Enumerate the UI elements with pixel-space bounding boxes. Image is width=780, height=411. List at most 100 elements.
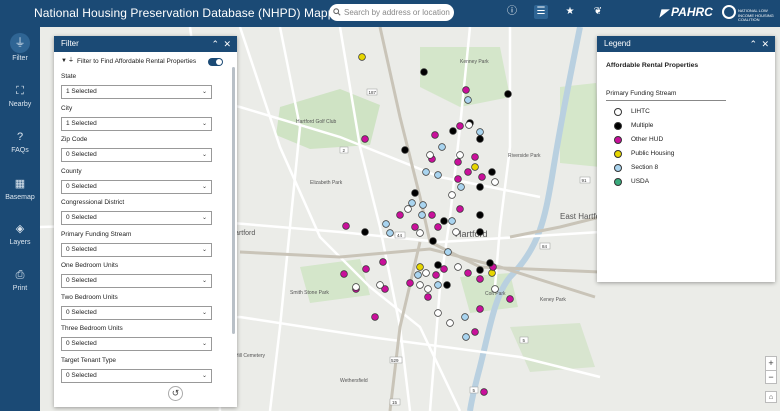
- county-select[interactable]: 0 Selected ⌄: [61, 179, 212, 194]
- property-marker[interactable]: [362, 265, 370, 273]
- property-marker[interactable]: [476, 228, 484, 236]
- property-marker[interactable]: [480, 388, 488, 396]
- two-bedroom-select[interactable]: 0 Selected ⌄: [61, 305, 212, 320]
- property-marker[interactable]: [434, 309, 442, 317]
- property-marker[interactable]: [419, 201, 427, 209]
- property-marker[interactable]: [361, 135, 369, 143]
- rail-layers-button[interactable]: ◈ Layers: [0, 217, 40, 259]
- collapse-icon[interactable]: ⌃: [749, 36, 757, 52]
- property-marker[interactable]: [456, 205, 464, 213]
- filter-scrollbar[interactable]: [232, 67, 235, 334]
- property-marker[interactable]: [471, 328, 479, 336]
- property-marker[interactable]: [416, 281, 424, 289]
- collapse-icon[interactable]: ⌃: [211, 36, 219, 52]
- property-marker[interactable]: [406, 279, 414, 287]
- district-select[interactable]: 0 Selected ⌄: [61, 211, 212, 225]
- property-marker[interactable]: [434, 223, 442, 231]
- property-marker[interactable]: [432, 271, 440, 279]
- property-marker[interactable]: [418, 211, 426, 219]
- rail-filter-button[interactable]: ⏚ Filter: [0, 31, 40, 73]
- zip-select[interactable]: 0 Selected ⌄: [61, 148, 212, 162]
- rail-print-button[interactable]: ⎙ Print: [0, 263, 40, 305]
- property-marker[interactable]: [476, 128, 484, 136]
- property-marker[interactable]: [464, 96, 472, 104]
- property-marker[interactable]: [426, 151, 434, 159]
- property-marker[interactable]: [465, 121, 473, 129]
- property-marker[interactable]: [431, 131, 439, 139]
- property-marker[interactable]: [449, 127, 457, 135]
- property-marker[interactable]: [456, 151, 464, 159]
- property-marker[interactable]: [382, 220, 390, 228]
- one-bedroom-select[interactable]: 0 Selected ⌄: [61, 274, 212, 288]
- property-marker[interactable]: [452, 228, 460, 236]
- star-icon[interactable]: ★: [563, 5, 577, 19]
- property-marker[interactable]: [438, 143, 446, 151]
- property-marker[interactable]: [420, 68, 428, 76]
- property-marker[interactable]: [429, 237, 437, 245]
- property-marker[interactable]: [462, 86, 470, 94]
- search-input[interactable]: Search by address or location: [329, 4, 454, 21]
- property-marker[interactable]: [471, 153, 479, 161]
- property-marker[interactable]: [457, 183, 465, 191]
- rail-faqs-button[interactable]: ? FAQs: [0, 125, 40, 167]
- property-marker[interactable]: [361, 228, 369, 236]
- property-marker[interactable]: [476, 305, 484, 313]
- property-marker[interactable]: [424, 293, 432, 301]
- caret-down-icon[interactable]: ▼: [61, 52, 67, 71]
- property-marker[interactable]: [401, 146, 409, 154]
- property-marker[interactable]: [422, 269, 430, 277]
- property-marker[interactable]: [434, 261, 442, 269]
- property-marker[interactable]: [476, 135, 484, 143]
- property-marker[interactable]: [448, 217, 456, 225]
- property-marker[interactable]: [491, 178, 499, 186]
- property-marker[interactable]: [411, 223, 419, 231]
- property-marker[interactable]: [488, 269, 496, 277]
- property-marker[interactable]: [376, 281, 384, 289]
- property-marker[interactable]: [371, 313, 379, 321]
- filter-toggle-switch[interactable]: [208, 58, 223, 66]
- property-marker[interactable]: [454, 158, 462, 166]
- property-marker[interactable]: [440, 265, 448, 273]
- property-marker[interactable]: [416, 263, 424, 271]
- reset-icon[interactable]: ↺: [168, 386, 183, 401]
- property-marker[interactable]: [443, 281, 451, 289]
- tenant-type-select[interactable]: 0 Selected ⌄: [61, 368, 212, 383]
- property-marker[interactable]: [456, 122, 464, 130]
- property-marker[interactable]: [448, 191, 456, 199]
- property-marker[interactable]: [476, 183, 484, 191]
- property-marker[interactable]: [342, 222, 350, 230]
- zoom-out-button[interactable]: −: [766, 370, 776, 383]
- property-marker[interactable]: [486, 259, 494, 267]
- property-marker[interactable]: [340, 270, 348, 278]
- property-marker[interactable]: [386, 229, 394, 237]
- property-marker[interactable]: [476, 266, 484, 274]
- property-marker[interactable]: [414, 271, 422, 279]
- zoom-in-button[interactable]: +: [766, 357, 776, 370]
- property-marker[interactable]: [506, 295, 514, 303]
- property-marker[interactable]: [478, 173, 486, 181]
- property-marker[interactable]: [396, 211, 404, 219]
- property-marker[interactable]: [416, 229, 424, 237]
- property-marker[interactable]: [352, 283, 360, 291]
- rail-nearby-button[interactable]: ⛶ Nearby: [0, 79, 40, 121]
- property-marker[interactable]: [488, 168, 496, 176]
- property-marker[interactable]: [379, 258, 387, 266]
- funding-select[interactable]: 0 Selected ⌄: [61, 242, 212, 257]
- property-marker[interactable]: [408, 199, 416, 207]
- property-marker[interactable]: [428, 211, 436, 219]
- property-marker[interactable]: [504, 90, 512, 98]
- rail-basemap-button[interactable]: ▦ Basemap: [0, 172, 40, 214]
- property-marker[interactable]: [404, 205, 412, 213]
- property-marker[interactable]: [422, 168, 430, 176]
- home-icon[interactable]: ⌂: [765, 391, 777, 403]
- three-bedroom-select[interactable]: 0 Selected ⌄: [61, 337, 212, 351]
- property-marker[interactable]: [471, 163, 479, 171]
- property-marker[interactable]: [464, 168, 472, 176]
- close-icon[interactable]: ✕: [223, 36, 231, 52]
- property-marker[interactable]: [464, 269, 472, 277]
- property-marker[interactable]: [454, 263, 462, 271]
- property-marker[interactable]: [434, 171, 442, 179]
- property-marker[interactable]: [462, 333, 470, 341]
- info-icon[interactable]: ⓘ: [505, 5, 519, 19]
- property-marker[interactable]: [434, 281, 442, 289]
